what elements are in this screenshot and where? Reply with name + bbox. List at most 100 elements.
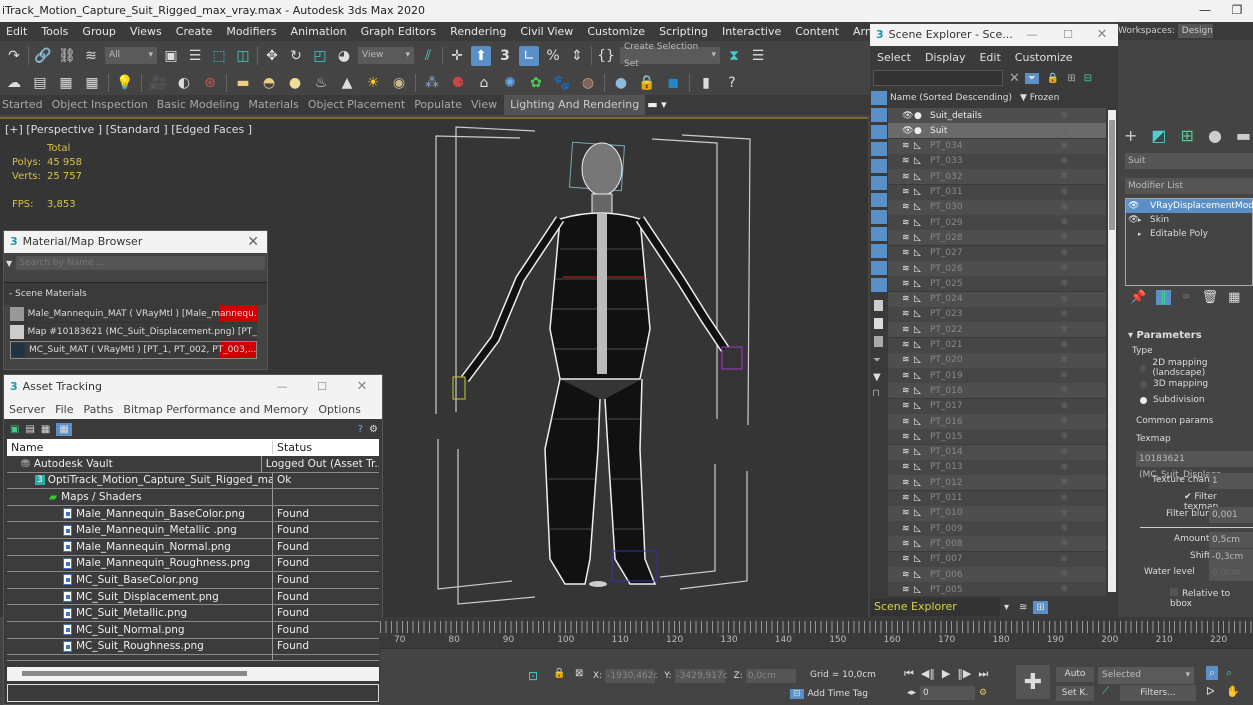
scene-object-row[interactable]: ≋ ◺ PT_030 ❄ <box>888 199 1106 215</box>
x-coordinate-input[interactable]: -1930,462c <box>605 669 658 683</box>
scene-search-input[interactable] <box>873 70 1003 86</box>
frozen-icon[interactable]: ❄ <box>1060 508 1068 519</box>
sort-by-hierarchy-icon[interactable]: ⊞ <box>1033 600 1048 614</box>
frozen-icon[interactable]: ❄ <box>1060 171 1068 182</box>
frozen-icon[interactable]: ❄ <box>1060 217 1068 228</box>
type-radio[interactable]: 2D mapping (landscape) <box>1140 358 1253 378</box>
name-column-header[interactable]: Name (Sorted Descending) <box>888 93 1020 103</box>
ribbon-tab-materials[interactable]: Materials <box>246 95 305 115</box>
next-frame-icon[interactable]: ‖▶ <box>957 667 971 681</box>
explorer-selector[interactable]: Scene Explorer <box>870 598 1000 616</box>
frozen-icon[interactable]: ❄ <box>1060 523 1068 534</box>
container-filter-icon[interactable] <box>870 243 888 259</box>
percent-snap-icon[interactable]: % <box>543 46 563 66</box>
frozen-icon[interactable]: ❄ <box>1060 416 1068 427</box>
menu-create[interactable]: Create <box>170 25 221 38</box>
go-to-end-icon[interactable]: ⏭ <box>978 667 988 681</box>
help-icon[interactable]: ? <box>722 73 742 93</box>
scene-object-row[interactable]: ≋ ◺ PT_033 ❄ <box>888 153 1106 169</box>
material-sphere-icon[interactable]: ● <box>611 73 631 93</box>
restore-button[interactable]: ❐ <box>1221 0 1253 22</box>
ribbon-tab-view[interactable]: View <box>469 95 504 115</box>
horizontal-scrollbar[interactable] <box>7 667 379 682</box>
vray-fur-icon[interactable]: ⁂ <box>422 73 442 93</box>
angle-snap-icon[interactable]: ∟ <box>519 45 539 66</box>
light-lister-icon[interactable]: 💡 <box>115 73 135 93</box>
layer-icon[interactable]: ≋ <box>902 371 914 381</box>
layer-icon[interactable]: ≋ <box>902 478 914 488</box>
menu-edit[interactable]: Edit <box>0 25 35 38</box>
hierarchy-icon[interactable]: ⊞ <box>1067 73 1075 84</box>
xref-filter-icon[interactable] <box>870 209 888 225</box>
eye-icon[interactable]: 👁 <box>1126 201 1139 211</box>
scene-object-row[interactable]: ≋ ◺ PT_010 ❄ <box>888 505 1106 521</box>
scrollbar-thumb[interactable] <box>1109 120 1115 230</box>
scene-object-row[interactable]: 👁 ● Suit_details ❄ <box>888 108 1106 123</box>
type-radio[interactable]: Subdivision <box>1140 392 1253 408</box>
scene-object-row[interactable]: ≋ ◺ PT_007 ❄ <box>888 551 1106 567</box>
bind-space-warp-icon[interactable]: ≋ <box>81 46 101 66</box>
frozen-icon[interactable]: ❄ <box>1060 110 1068 121</box>
layer-icon[interactable]: ≋ <box>902 462 914 472</box>
show-end-result-icon[interactable]: ‖ <box>1156 290 1171 305</box>
frozen-icon[interactable]: ❄ <box>1060 431 1068 442</box>
spacewarp-filter-icon[interactable] <box>870 175 888 191</box>
clear-icon[interactable]: ✕ <box>1009 71 1020 86</box>
frozen-icon[interactable]: ❄ <box>1060 248 1068 259</box>
frozen-icon[interactable]: ❄ <box>1060 202 1068 213</box>
layer-icon[interactable]: ≋ <box>902 187 914 197</box>
shape-filter-icon[interactable] <box>870 107 888 123</box>
vray-object-icon[interactable]: ◍ <box>578 73 598 93</box>
layer-icon[interactable]: ≋ <box>902 202 914 212</box>
create-tab-icon[interactable]: + <box>1124 126 1137 145</box>
spinner-snap-icon[interactable]: ⇕ <box>567 46 587 66</box>
frozen-icon[interactable]: ❄ <box>1060 462 1068 473</box>
timeline-ruler[interactable]: 70 80 90 100 110 120 130 140 150 160 170 180 190 200 2… <box>380 617 1253 649</box>
layer-icon[interactable]: ≋ <box>902 172 914 182</box>
select-manipulate-icon[interactable]: ✛ <box>447 46 467 66</box>
frozen-icon[interactable]: ❄ <box>1060 232 1068 243</box>
layer-icon[interactable]: ≋ <box>902 248 914 258</box>
set-key-button[interactable]: ✚ <box>1016 665 1050 699</box>
placement-icon[interactable]: ◕ <box>334 46 354 66</box>
minimize-button[interactable]: — <box>1189 0 1221 22</box>
scene-object-row[interactable]: ≋ ◺ PT_008 ❄ <box>888 536 1106 552</box>
add-time-tag-button[interactable]: ⊟ Add Time Tag <box>790 689 868 699</box>
modifier-stack-item[interactable]: ▸ Editable Poly <box>1126 227 1252 241</box>
scene-object-row[interactable]: ≋ ◺ PT_025 ❄ <box>888 276 1106 292</box>
layer-icon[interactable]: ≋ <box>902 585 914 595</box>
frozen-icon[interactable]: ❄ <box>1060 584 1068 595</box>
asset-row[interactable]: MC_Suit_BaseColor.png Found <box>7 572 379 589</box>
frozen-icon[interactable]: ❄ <box>1060 401 1068 412</box>
bone-filter-icon[interactable] <box>870 226 888 242</box>
layer-icon[interactable]: ≋ <box>902 325 914 335</box>
z-coordinate-input[interactable]: 0,0cm <box>745 669 796 683</box>
exposure-icon[interactable]: ◐ <box>174 73 194 93</box>
key-filters-button[interactable]: Filters... <box>1120 685 1196 701</box>
visibility-eye-icon[interactable]: 👁 <box>902 111 914 121</box>
time-configuration-icon[interactable]: ⚙ <box>979 688 987 698</box>
asset-row[interactable]: ⛃ Autodesk Vault Logged Out (Asset Tr... <box>7 456 379 473</box>
layer-icon[interactable]: ≋ <box>902 264 914 274</box>
filter-funnel-icon[interactable]: ⏷ <box>873 355 881 366</box>
menu-interactive[interactable]: Interactive <box>716 25 789 38</box>
column-name[interactable]: Name <box>7 441 273 454</box>
frozen-icon[interactable]: ❄ <box>1060 278 1068 289</box>
layer-icon[interactable]: ≋ <box>902 233 914 243</box>
layer-icon[interactable]: ⊟ <box>1084 73 1092 84</box>
scene-object-row[interactable]: ≋ ◺ PT_021 ❄ <box>888 337 1106 353</box>
ribbon-options-icon[interactable]: ▬ ▾ <box>645 95 673 115</box>
current-frame-input[interactable]: 0 <box>920 686 976 700</box>
move-icon[interactable]: ✥ <box>262 46 282 66</box>
rect-selection-icon[interactable]: ⬚ <box>209 46 229 66</box>
vray-decal-icon[interactable]: ✺ <box>500 73 520 93</box>
redo-icon[interactable]: ↷ <box>4 46 24 66</box>
scene-object-row[interactable]: ≋ ◺ PT_024 ❄ <box>888 291 1106 307</box>
vray-dome-icon[interactable]: ◓ <box>259 73 279 93</box>
frozen-icon[interactable]: ❄ <box>1060 141 1068 152</box>
refresh-icon[interactable]: ▣ <box>10 424 19 435</box>
key-tangent-icon[interactable]: ⟋ <box>1102 686 1109 697</box>
asset-row[interactable]: MC_Suit_Normal.png Found <box>7 621 379 639</box>
layer-icon[interactable]: ≋ <box>902 447 914 457</box>
scene-object-row[interactable]: ≋ ◺ PT_034 ❄ <box>888 138 1106 154</box>
